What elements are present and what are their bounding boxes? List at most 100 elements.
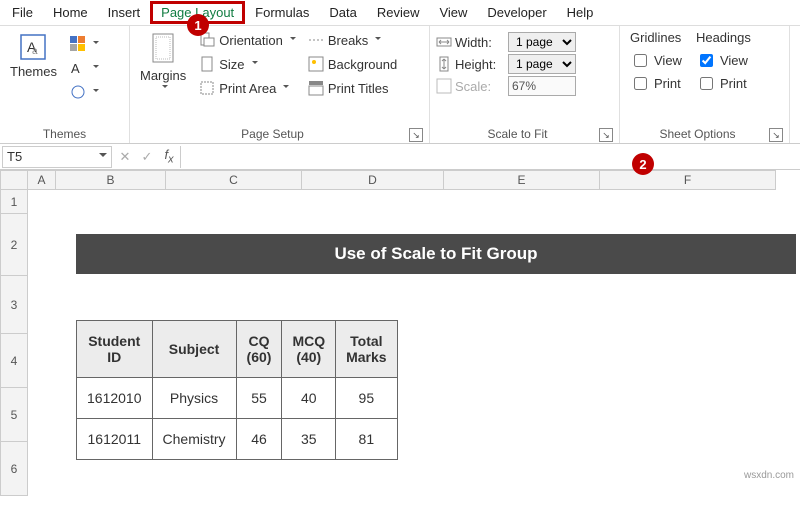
- table-cell[interactable]: 55: [236, 378, 282, 419]
- row-header-5[interactable]: 5: [0, 388, 28, 442]
- table-header: Student ID: [77, 321, 153, 378]
- tab-file[interactable]: File: [2, 2, 43, 23]
- table-cell[interactable]: Physics: [152, 378, 236, 419]
- margins-button[interactable]: Margins: [136, 30, 190, 98]
- table-row: 1612010Physics554095: [77, 378, 398, 419]
- cancel-formula-icon: ✕: [114, 149, 136, 165]
- background-button[interactable]: Background: [305, 54, 400, 74]
- print-titles-icon: [308, 80, 324, 96]
- col-header-D[interactable]: D: [302, 170, 444, 190]
- row-header-6[interactable]: 6: [0, 442, 28, 496]
- headings-print-checkbox[interactable]: [700, 77, 713, 90]
- col-header-B[interactable]: B: [56, 170, 166, 190]
- colors-button[interactable]: [67, 34, 102, 54]
- scale-input: [508, 76, 576, 96]
- group-label-scale: Scale to Fit: [436, 125, 599, 141]
- scale-icon: [436, 78, 452, 94]
- print-area-icon: [199, 80, 215, 96]
- ribbon-tabs: File Home Insert Page Layout Formulas Da…: [0, 0, 800, 26]
- page-setup-launcher[interactable]: [409, 128, 423, 142]
- tab-insert[interactable]: Insert: [98, 2, 151, 23]
- tab-review[interactable]: Review: [367, 2, 430, 23]
- scale-launcher[interactable]: [599, 128, 613, 142]
- group-label-themes: Themes: [6, 125, 123, 141]
- row-header-4[interactable]: 4: [0, 334, 28, 388]
- orientation-button[interactable]: Orientation: [196, 30, 299, 50]
- width-label: Width:: [455, 35, 505, 50]
- headings-print[interactable]: Print: [696, 74, 751, 93]
- effects-button[interactable]: [67, 82, 102, 102]
- table-cell[interactable]: 46: [236, 419, 282, 460]
- svg-text:A: A: [71, 61, 80, 76]
- table-cell[interactable]: Chemistry: [152, 419, 236, 460]
- data-table: Student IDSubjectCQ (60)MCQ (40)Total Ma…: [76, 320, 398, 460]
- col-header-C[interactable]: C: [166, 170, 302, 190]
- table-header: Subject: [152, 321, 236, 378]
- fx-button[interactable]: fx: [158, 147, 180, 166]
- gridlines-view-checkbox[interactable]: [634, 54, 647, 67]
- width-select[interactable]: 1 page: [508, 32, 576, 52]
- col-header-A[interactable]: A: [28, 170, 56, 190]
- tab-developer[interactable]: Developer: [477, 2, 556, 23]
- row-header-2[interactable]: 2: [0, 214, 28, 276]
- print-titles-button[interactable]: Print Titles: [305, 78, 400, 98]
- group-page-setup: Margins Orientation Size Print Area Brea…: [130, 26, 430, 143]
- tab-data[interactable]: Data: [319, 2, 366, 23]
- gridlines-print[interactable]: Print: [630, 74, 682, 93]
- col-header-F[interactable]: F: [600, 170, 776, 190]
- fonts-button[interactable]: A: [67, 58, 102, 78]
- table-cell[interactable]: 40: [282, 378, 336, 419]
- select-all-corner[interactable]: [0, 170, 28, 190]
- ribbon: Aa Themes A Themes Margins Orientation S…: [0, 26, 800, 144]
- sheet-title: Use of Scale to Fit Group: [76, 234, 796, 274]
- table-cell[interactable]: 35: [282, 419, 336, 460]
- table-cell[interactable]: 1612011: [77, 419, 153, 460]
- breaks-button[interactable]: Breaks: [305, 30, 400, 50]
- table-header: CQ (60): [236, 321, 282, 378]
- headings-view-checkbox[interactable]: [700, 54, 713, 67]
- themes-button[interactable]: Aa Themes: [6, 30, 61, 102]
- row-header-3[interactable]: 3: [0, 276, 28, 334]
- row-header-1[interactable]: 1: [0, 190, 28, 214]
- headings-view[interactable]: View: [696, 51, 751, 70]
- background-icon: [308, 56, 324, 72]
- tab-formulas[interactable]: Formulas: [245, 2, 319, 23]
- group-label-page-setup: Page Setup: [136, 125, 409, 141]
- fonts-icon: A: [70, 60, 86, 76]
- table-row: 1612011Chemistry463581: [77, 419, 398, 460]
- height-select[interactable]: 1 page: [508, 54, 576, 74]
- themes-icon: Aa: [18, 32, 48, 62]
- gridlines-view[interactable]: View: [630, 51, 682, 70]
- height-label: Height:: [455, 57, 505, 72]
- margins-icon: [149, 32, 177, 66]
- scale-label: Scale:: [455, 79, 505, 94]
- gridlines-print-checkbox[interactable]: [634, 77, 647, 90]
- table-cell[interactable]: 95: [336, 378, 397, 419]
- watermark: wsxdn.com: [744, 470, 794, 481]
- group-scale-to-fit: Width: 1 page Height: 1 page Scale: Scal…: [430, 26, 620, 143]
- tab-help[interactable]: Help: [557, 2, 604, 23]
- tab-home[interactable]: Home: [43, 2, 98, 23]
- size-button[interactable]: Size: [196, 54, 299, 74]
- group-sheet-options: Gridlines View Print Headings View Print…: [620, 26, 790, 143]
- sheet-options-launcher[interactable]: [769, 128, 783, 142]
- table-cell[interactable]: 81: [336, 419, 397, 460]
- effects-icon: [70, 84, 86, 100]
- height-icon: [436, 56, 452, 72]
- table-cell[interactable]: 1612010: [77, 378, 153, 419]
- formula-input[interactable]: [180, 146, 800, 168]
- tab-view[interactable]: View: [429, 2, 477, 23]
- callout-1: 1: [187, 14, 209, 36]
- name-box[interactable]: T5: [2, 146, 112, 168]
- gridlines-heading: Gridlines: [630, 30, 682, 45]
- breaks-icon: [308, 32, 324, 48]
- table-header: Total Marks: [336, 321, 397, 378]
- size-icon: [199, 56, 215, 72]
- enter-formula-icon: ✓: [136, 149, 158, 165]
- print-area-button[interactable]: Print Area: [196, 78, 299, 98]
- callout-2: 2: [632, 153, 654, 175]
- group-themes: Aa Themes A Themes: [0, 26, 130, 143]
- headings-heading: Headings: [696, 30, 751, 45]
- col-header-E[interactable]: E: [444, 170, 600, 190]
- table-header: MCQ (40): [282, 321, 336, 378]
